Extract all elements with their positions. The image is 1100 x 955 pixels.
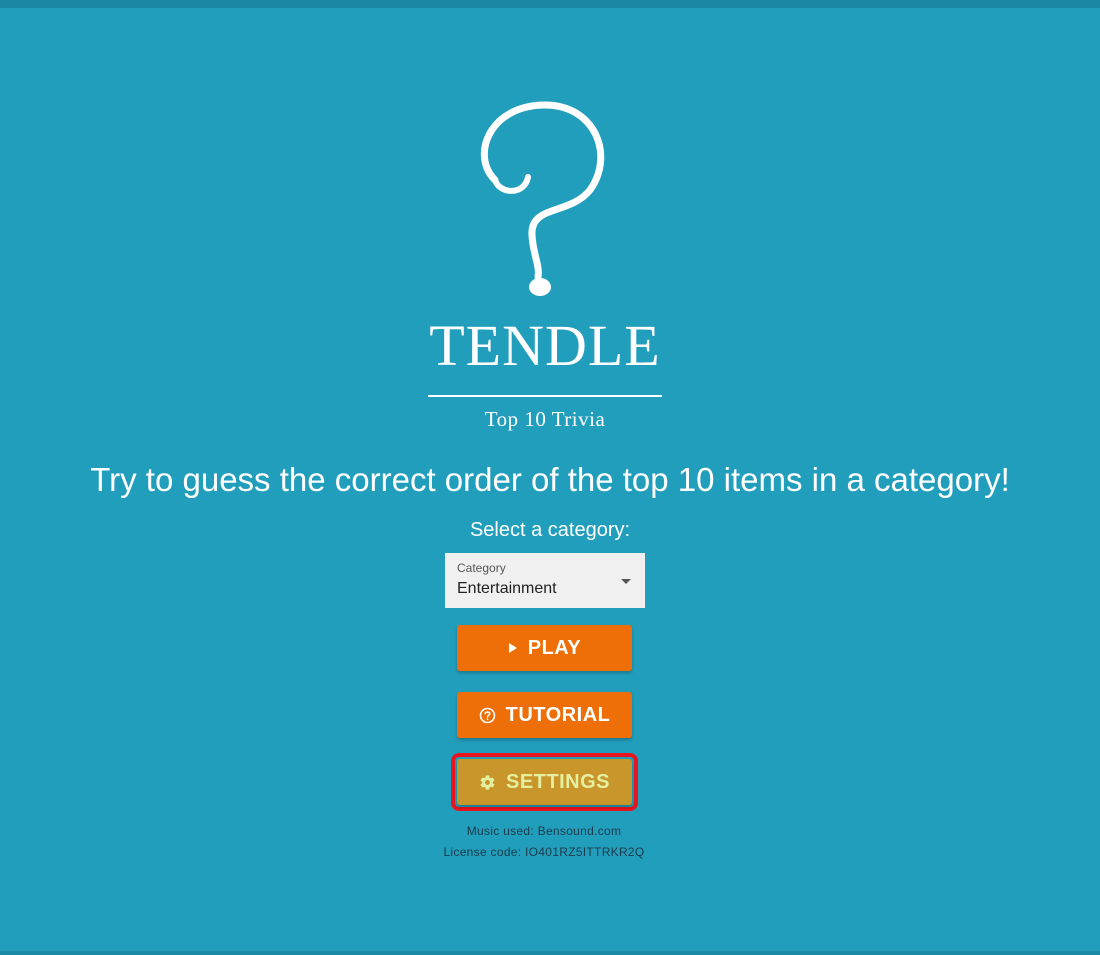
play-icon	[508, 642, 518, 654]
category-select[interactable]: Category Entertainment	[445, 553, 645, 608]
tutorial-button-label: TUTORIAL	[505, 703, 611, 726]
caret-down-icon	[621, 579, 631, 584]
app-logo: TENDLE Top 10 Trivia	[420, 95, 670, 440]
top-bar	[0, 0, 1100, 8]
category-selected-value: Entertainment	[457, 580, 557, 597]
play-button-label: PLAY	[527, 636, 582, 659]
play-button[interactable]: PLAY	[457, 625, 632, 671]
settings-button[interactable]: SETTINGS	[457, 759, 632, 805]
logo-title: TENDLE	[429, 313, 661, 378]
tutorial-button[interactable]: TUTORIAL	[457, 692, 632, 738]
select-category-label: Select a category:	[469, 519, 631, 541]
question-mark-icon	[480, 101, 605, 296]
help-circle-icon	[479, 707, 496, 724]
license-code: License code: IO401RZ5ITTRKR2Q	[443, 845, 645, 859]
logo-divider	[428, 395, 662, 397]
category-field-label: Category	[457, 561, 506, 575]
page-headline: Try to guess the correct order of the to…	[90, 461, 1010, 498]
music-credit: Music used: Bensound.com	[466, 824, 622, 838]
logo-subtitle: Top 10 Trivia	[484, 407, 606, 431]
bottom-bar	[0, 951, 1100, 955]
settings-button-label: SETTINGS	[505, 770, 610, 793]
gear-icon	[479, 774, 496, 791]
